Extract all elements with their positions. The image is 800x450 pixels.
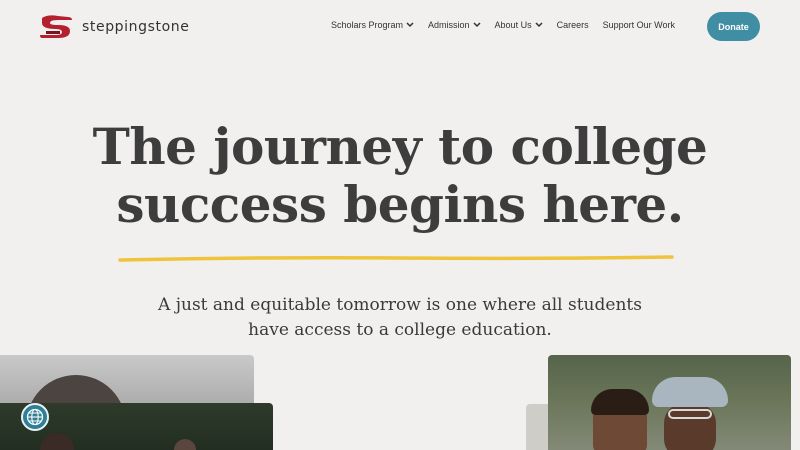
nav-item-label: Support Our Work <box>602 20 675 30</box>
student-photo-right-front <box>548 355 791 450</box>
nav-item-about-us[interactable]: About Us <box>495 20 543 30</box>
nav-item-label: About Us <box>494 20 532 30</box>
chevron-down-icon <box>535 22 543 28</box>
nav-item-support-our-work[interactable]: Support Our Work <box>603 20 675 30</box>
photo-figure <box>591 389 649 415</box>
hero-underline-decoration <box>118 255 674 262</box>
site-header: steppingstone Scholars Program Admission… <box>0 0 800 54</box>
hero-subtitle: A just and equitable tomorrow is one whe… <box>0 293 800 343</box>
steppingstone-logo-icon <box>40 15 72 39</box>
hero-title: The journey to college success begins he… <box>0 118 800 234</box>
nav-item-admission[interactable]: Admission <box>428 20 481 30</box>
language-selector-button[interactable] <box>21 403 49 431</box>
hero-subtitle-line-2: have access to a college education. <box>248 320 552 340</box>
nav-item-careers[interactable]: Careers <box>557 20 589 30</box>
main-nav: Scholars Program Admission About Us Care… <box>331 20 675 30</box>
nav-item-label: Admission <box>428 20 470 30</box>
chevron-down-icon <box>406 22 414 28</box>
photo-figure <box>652 377 728 407</box>
photo-figure <box>174 439 196 450</box>
photo-figure <box>40 433 74 450</box>
nav-item-label: Scholars Program <box>331 20 404 30</box>
globe-icon <box>26 408 44 426</box>
hero-title-line-2: success begins here. <box>116 175 684 234</box>
nav-item-label: Careers <box>556 20 589 30</box>
brand-logo[interactable]: steppingstone <box>38 14 189 40</box>
chevron-down-icon <box>473 22 481 28</box>
brand-name: steppingstone <box>82 19 190 35</box>
hero-title-line-1: The journey to college <box>92 117 708 176</box>
donate-button[interactable]: Donate <box>707 12 760 41</box>
nav-item-scholars-program[interactable]: Scholars Program <box>331 20 414 30</box>
hero-subtitle-line-1: A just and equitable tomorrow is one whe… <box>158 295 642 315</box>
photo-figure <box>668 409 712 419</box>
